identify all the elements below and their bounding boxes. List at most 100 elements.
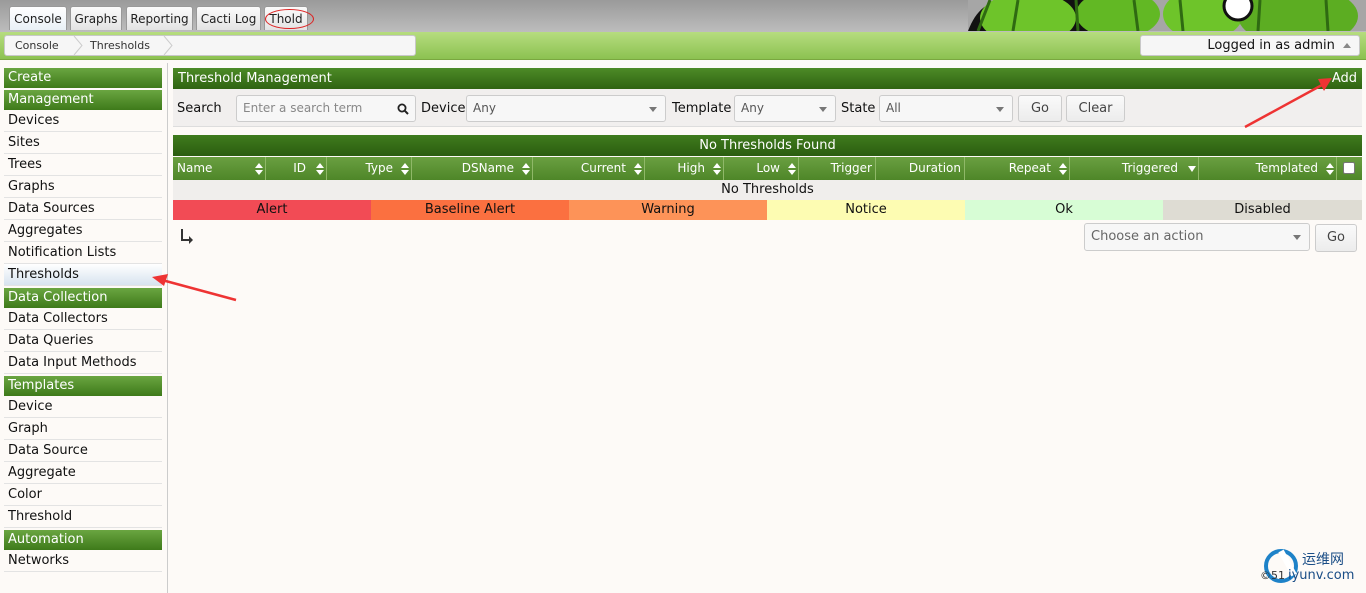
sidebar-item-devices[interactable]: Devices xyxy=(4,110,162,132)
watermark-url: iyunv.com xyxy=(1288,568,1355,583)
state-select[interactable]: All xyxy=(879,95,1013,122)
template-select-value: Any xyxy=(741,101,764,115)
col-id-label: ID xyxy=(293,161,306,175)
search-input[interactable]: Enter a search term xyxy=(236,95,416,122)
sidebar-item-sites[interactable]: Sites xyxy=(4,132,162,154)
menu-group-automation[interactable]: Automation xyxy=(4,530,162,550)
sort-icon xyxy=(713,163,721,175)
col-type[interactable]: Type xyxy=(327,157,412,180)
col-name-label: Name xyxy=(177,161,213,175)
select-all-checkbox[interactable] xyxy=(1343,162,1355,174)
col-high[interactable]: High xyxy=(645,157,724,180)
sort-icon xyxy=(401,163,409,175)
sidebar-item-notification-lists[interactable]: Notification Lists xyxy=(4,242,162,264)
menu-group-templates[interactable]: Templates xyxy=(4,376,162,396)
sidebar-item-data-queries[interactable]: Data Queries xyxy=(4,330,162,352)
sidebar-item-trees[interactable]: Trees xyxy=(4,154,162,176)
sidebar-item-data-collectors[interactable]: Data Collectors xyxy=(4,308,162,330)
annotation-arrow-right xyxy=(1244,78,1332,129)
sidebar-item-data-sources[interactable]: Data Sources xyxy=(4,198,162,220)
results-title: No Thresholds Found xyxy=(173,135,1362,156)
action-select[interactable]: Choose an action xyxy=(1084,223,1310,251)
search-icon xyxy=(397,103,409,115)
breadcrumb: Console Thresholds xyxy=(4,35,416,56)
sidebar-item-threshold-template[interactable]: Threshold xyxy=(4,506,162,528)
chevron-down-icon xyxy=(819,107,827,112)
col-triggered-label: Triggered xyxy=(1121,161,1178,175)
tab-reporting[interactable]: Reporting xyxy=(126,6,193,30)
clear-button[interactable]: Clear xyxy=(1066,95,1125,122)
legend-alert: Alert xyxy=(173,200,371,220)
col-trigger: Trigger xyxy=(799,157,876,180)
sort-desc-icon xyxy=(1188,166,1196,172)
page-title-bar: Threshold Management Add xyxy=(173,68,1362,89)
go-button[interactable]: Go xyxy=(1018,95,1062,122)
watermark: 运维网 ©51 iyunv.com xyxy=(1258,545,1362,587)
sidebar-item-aggregate-template[interactable]: Aggregate xyxy=(4,462,162,484)
sidebar-item-networks[interactable]: Networks xyxy=(4,550,162,572)
breadcrumb-bar: Console Thresholds Logged in as admin xyxy=(0,32,1366,60)
device-select[interactable]: Any xyxy=(466,95,666,122)
sidebar-item-thresholds[interactable]: Thresholds xyxy=(4,264,162,286)
watermark-prefix: ©51 xyxy=(1260,569,1285,582)
sidebar-item-graphs[interactable]: Graphs xyxy=(4,176,162,198)
col-triggered[interactable]: Triggered xyxy=(1070,157,1199,180)
col-dsname[interactable]: DSName xyxy=(412,157,533,180)
search-label: Search xyxy=(177,101,222,116)
menu-group-create[interactable]: Create xyxy=(4,68,162,88)
sort-icon xyxy=(1059,163,1067,175)
breadcrumb-console[interactable]: Console xyxy=(15,39,59,52)
sidebar-item-data-source-template[interactable]: Data Source xyxy=(4,440,162,462)
menu-group-data-collection[interactable]: Data Collection xyxy=(4,288,162,308)
breadcrumb-thresholds[interactable]: Thresholds xyxy=(90,39,150,52)
col-current[interactable]: Current xyxy=(533,157,645,180)
annotation-circle xyxy=(265,9,314,29)
state-label: State xyxy=(841,101,876,116)
tab-cacti-log[interactable]: Cacti Log xyxy=(196,6,261,30)
menu-group-management[interactable]: Management xyxy=(4,90,162,110)
table-header-row: Name ID Type DSName Current High Low Tri… xyxy=(173,157,1362,180)
device-label: Device xyxy=(421,101,466,116)
page-title: Threshold Management xyxy=(178,71,332,86)
col-dsname-label: DSName xyxy=(461,161,514,175)
col-templated[interactable]: Templated xyxy=(1199,157,1337,180)
legend-baseline-alert: Baseline Alert xyxy=(371,200,569,220)
col-duration-label: Duration xyxy=(908,161,961,175)
watermark-title: 运维网 xyxy=(1302,552,1344,568)
col-duration: Duration xyxy=(876,157,965,180)
action-select-value: Choose an action xyxy=(1091,229,1204,244)
chevron-down-icon xyxy=(649,107,657,112)
user-status: Logged in as admin xyxy=(1207,38,1335,53)
tab-console[interactable]: Console xyxy=(9,6,67,30)
sort-icon xyxy=(634,163,642,175)
sort-icon xyxy=(255,163,263,175)
select-all-cell xyxy=(1337,157,1362,180)
legend-warning: Warning xyxy=(569,200,767,220)
col-templated-label: Templated xyxy=(1255,161,1318,175)
sort-icon xyxy=(788,163,796,175)
sidebar: Create Management Devices Sites Trees Gr… xyxy=(0,63,168,593)
col-name[interactable]: Name xyxy=(173,157,266,180)
add-link[interactable]: Add xyxy=(1332,68,1357,89)
sidebar-item-graph-template[interactable]: Graph xyxy=(4,418,162,440)
tab-graphs[interactable]: Graphs xyxy=(70,6,122,30)
sidebar-item-aggregates[interactable]: Aggregates xyxy=(4,220,162,242)
col-repeat[interactable]: Repeat xyxy=(965,157,1070,180)
device-select-value: Any xyxy=(473,101,496,115)
legend-disabled: Disabled xyxy=(1163,200,1362,220)
col-low[interactable]: Low xyxy=(724,157,799,180)
sidebar-item-color-template[interactable]: Color xyxy=(4,484,162,506)
return-arrow-icon xyxy=(181,229,193,244)
empty-message: No Thresholds xyxy=(173,180,1362,200)
template-select[interactable]: Any xyxy=(734,95,836,122)
sidebar-item-device-template[interactable]: Device xyxy=(4,396,162,418)
action-go-button[interactable]: Go xyxy=(1315,224,1357,252)
cacti-logo xyxy=(968,0,1366,31)
col-low-label: Low xyxy=(756,161,780,175)
caret-up-icon xyxy=(1343,43,1351,48)
col-current-label: Current xyxy=(580,161,626,175)
user-menu[interactable]: Logged in as admin xyxy=(1140,35,1360,56)
sidebar-item-data-input-methods[interactable]: Data Input Methods xyxy=(4,352,162,374)
col-id[interactable]: ID xyxy=(266,157,327,180)
col-type-label: Type xyxy=(365,161,393,175)
